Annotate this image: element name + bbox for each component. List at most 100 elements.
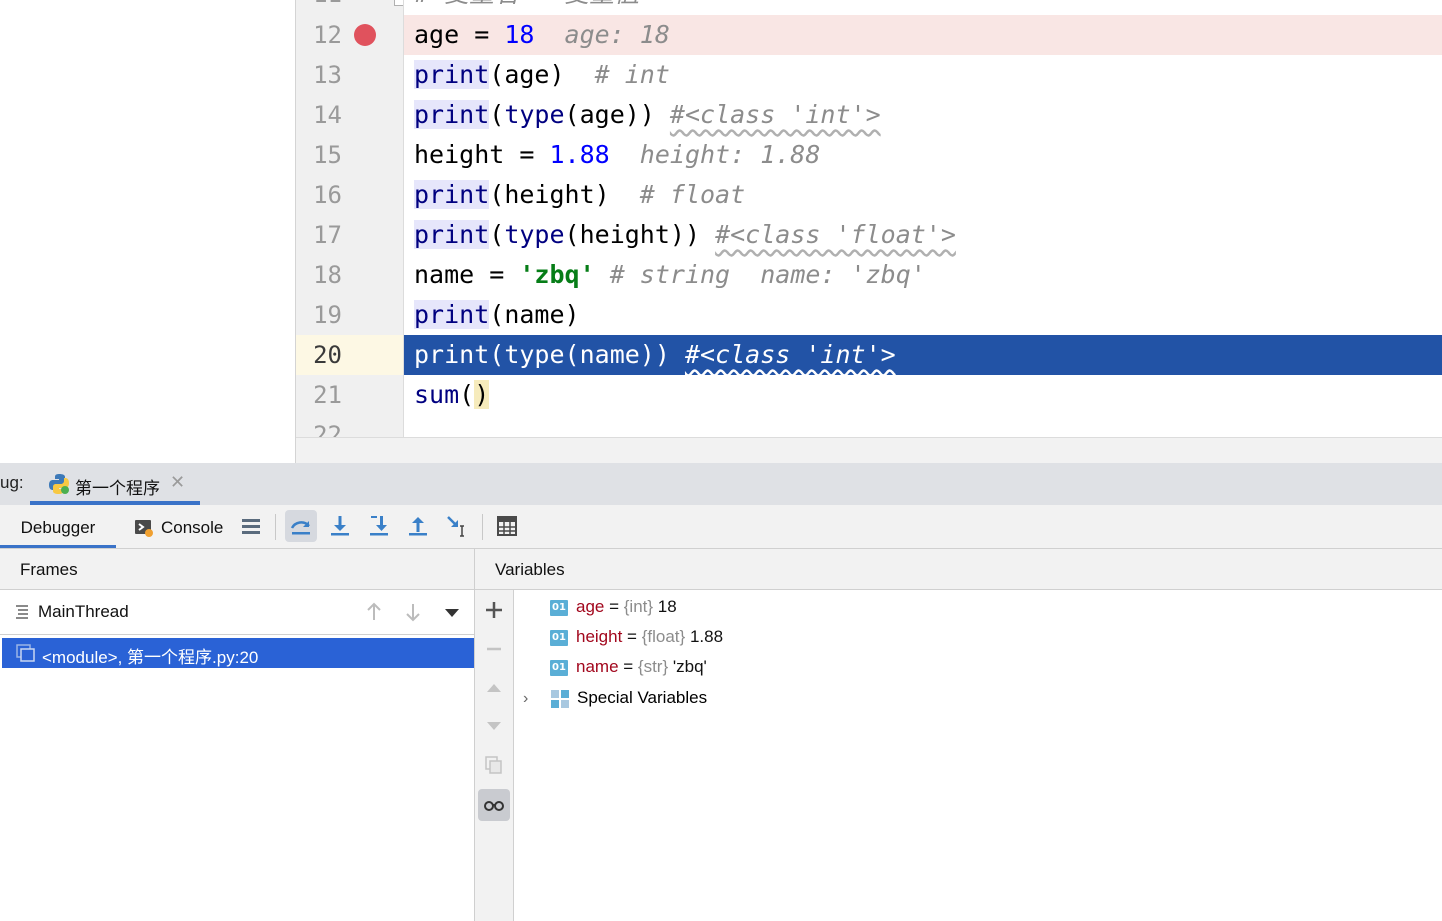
variable-icon: 01 <box>550 599 568 616</box>
variables-side-toolbar <box>475 590 514 921</box>
frames-panel: Frames MainThread <module>, 第一个程序.py:20 <box>0 549 475 921</box>
number-literal: 18 <box>504 20 535 49</box>
code-line-15[interactable]: height = 1.88 height: 1.88 <box>404 135 1442 175</box>
code-line-14[interactable]: print(type(age)) #<class 'int'> <box>404 95 1442 135</box>
special-variables-label: Special Variables <box>577 688 708 707</box>
tab-debugger[interactable]: Debugger <box>0 505 116 548</box>
thread-selector[interactable]: MainThread <box>0 590 474 635</box>
variables-title: Variables <box>495 560 565 579</box>
variable-type: {float} <box>641 627 686 646</box>
identifier: height <box>414 140 505 169</box>
variables-header: Variables <box>475 549 1442 590</box>
toolbar-separator <box>275 514 276 540</box>
frame-item-selected[interactable]: <module>, 第一个程序.py:20 <box>2 638 474 668</box>
triangle-up-icon <box>487 684 501 692</box>
builtin-print: print <box>414 300 490 329</box>
new-watch-button[interactable] <box>478 594 510 626</box>
move-up-button[interactable] <box>478 672 510 704</box>
inline-debug-value: height: 1.88 <box>639 140 821 169</box>
variable-row[interactable]: 01 age = {int} 18 <box>550 592 677 622</box>
variable-name: age <box>576 597 605 616</box>
chevron-down-icon[interactable] <box>442 600 462 624</box>
minus-icon <box>487 647 501 651</box>
paren: ( <box>459 380 475 409</box>
variable-row[interactable]: 01 name = {str} 'zbq' <box>550 652 707 682</box>
matched-paren: ) <box>474 380 490 409</box>
run-to-cursor-icon <box>447 516 464 537</box>
copy-watch-button[interactable] <box>478 749 510 781</box>
frame-icon <box>16 644 35 662</box>
inline-debug-value: age: 18 <box>564 20 670 49</box>
variable-value: 'zbq' <box>672 657 707 676</box>
variable-row[interactable]: 01 height = {float} 1.88 <box>550 622 723 652</box>
builtin-print: print <box>414 340 490 369</box>
line-number: 15 <box>313 141 342 169</box>
fold-marker-icon[interactable] <box>394 0 403 6</box>
arrow-down-icon[interactable] <box>401 600 425 624</box>
code-editor[interactable]: # 变量名 = 变量值 age = 18 age: 18 print(age) … <box>404 0 1442 437</box>
show-watches-button[interactable] <box>478 789 510 821</box>
frames-layout-button[interactable] <box>235 510 267 542</box>
line-number: 19 <box>313 301 342 329</box>
run-tab-label: 第一个程序 <box>75 479 160 498</box>
frame-label: <module>, 第一个程序.py:20 <box>42 648 259 667</box>
string-literal: 'zbq' <box>519 260 595 289</box>
comment: # float <box>639 180 746 209</box>
variables-panel: Variables 01 age = {int} 18 01 height = {f… <box>475 549 1442 921</box>
code-line-12[interactable]: age = 18 age: 18 <box>404 15 1442 55</box>
line-number: 18 <box>313 261 342 289</box>
comment: #<class 'float'> <box>715 220 956 249</box>
glasses-icon <box>484 801 504 811</box>
editor-horizontal-scroll[interactable] <box>296 437 1442 464</box>
step-out-icon <box>409 517 427 536</box>
run-to-cursor-button[interactable] <box>441 510 473 542</box>
step-into-button[interactable] <box>324 510 356 542</box>
line-number: 16 <box>313 181 342 209</box>
special-variables-row[interactable]: › Special Variables <box>523 683 707 713</box>
operator: = <box>504 140 550 169</box>
step-into-my-code-button[interactable] <box>363 510 395 542</box>
close-icon[interactable]: ✕ <box>170 472 185 493</box>
remove-watch-button[interactable] <box>478 633 510 665</box>
args: (name)) <box>564 340 670 369</box>
variable-value: 18 <box>657 597 677 616</box>
variable-icon: 01 <box>550 629 568 646</box>
step-out-button[interactable] <box>402 510 434 542</box>
code-line-16[interactable]: print(height) # float <box>404 175 1442 215</box>
paren: ( <box>489 100 505 129</box>
number-literal: 1.88 <box>549 140 610 169</box>
thread-icon <box>16 605 28 619</box>
evaluate-expression-button[interactable] <box>491 510 523 542</box>
tab-console-label: Console <box>161 518 224 537</box>
breakpoint-icon[interactable] <box>354 24 376 46</box>
show-execution-point-button[interactable] <box>285 510 317 542</box>
operator: = <box>474 260 520 289</box>
code-line-19[interactable]: print(name) <box>404 295 1442 335</box>
list-icon <box>242 519 260 534</box>
equals-sign: = <box>604 597 624 616</box>
debug-tool-window-header: ug: 第一个程序 ✕ <box>0 463 1442 506</box>
code-line-18[interactable]: name = 'zbq' # string name: 'zbq' <box>404 255 1442 295</box>
tab-console[interactable]: Console <box>134 505 234 548</box>
plus-icon <box>486 602 502 618</box>
chevron-right-icon[interactable]: › <box>523 684 541 714</box>
run-config-tab[interactable]: 第一个程序 ✕ <box>30 463 200 505</box>
arrow-up-icon[interactable] <box>362 600 386 624</box>
variable-value: 1.88 <box>689 627 724 646</box>
comment: # string <box>609 260 731 289</box>
code-line-13[interactable]: print(age) # int <box>404 55 1442 95</box>
grid-icon <box>551 689 569 708</box>
args: (name) <box>489 300 580 329</box>
builtin-print: print <box>414 60 490 89</box>
code-line-17[interactable]: print(type(height)) #<class 'float'> <box>404 215 1442 255</box>
code-line-21[interactable]: sum() <box>404 375 1442 415</box>
frames-title: Frames <box>20 560 78 579</box>
move-down-button[interactable] <box>478 710 510 742</box>
identifier: name <box>414 260 475 289</box>
code-line-20-execution-point[interactable]: print(type(name)) #<class 'int'> <box>404 335 1442 375</box>
builtin-print: print <box>414 180 490 209</box>
variable-type: {str} <box>637 657 669 676</box>
frames-header: Frames <box>0 549 474 590</box>
editor-gutter[interactable]: 11 12 13 14 15 16 17 18 19 20 21 22 <box>296 0 404 437</box>
python-icon <box>49 474 69 494</box>
